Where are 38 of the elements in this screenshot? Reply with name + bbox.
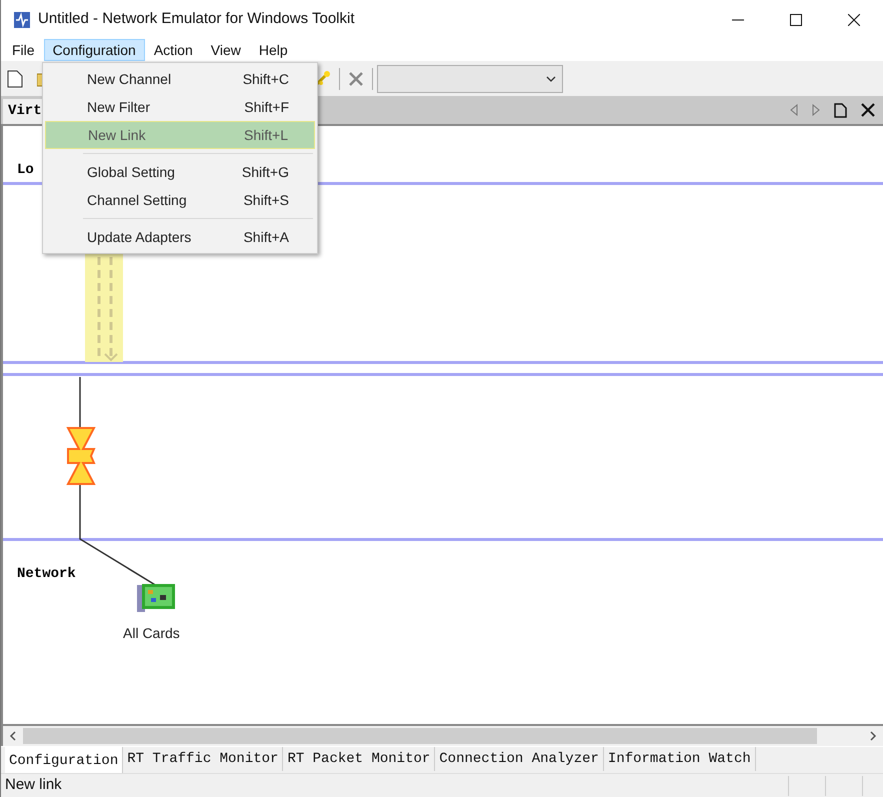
network-card-icon[interactable] — [136, 583, 176, 613]
new-file-icon[interactable] — [7, 70, 23, 88]
scroll-left-icon[interactable] — [9, 731, 17, 741]
adapter-label: All Cards — [123, 624, 180, 643]
chevron-down-icon — [546, 76, 556, 82]
maximize-icon[interactable] — [790, 14, 802, 26]
menu-bar-item[interactable]: View — [202, 39, 250, 61]
scrollbar-thumb[interactable] — [23, 728, 817, 744]
bottom-tab[interactable]: Configuration — [5, 747, 124, 773]
menu-item[interactable]: Update Adapters Shift+A — [45, 223, 315, 251]
filter-icon[interactable] — [66, 427, 96, 485]
menu-bar-item[interactable]: Configuration — [44, 39, 145, 61]
scroll-right-icon[interactable] — [869, 731, 877, 741]
menu-item[interactable]: New Filter Shift+F — [45, 93, 315, 121]
menu-item[interactable]: New Channel Shift+C — [45, 65, 315, 93]
menu-bar-item[interactable]: Help — [250, 39, 297, 61]
app-icon — [13, 10, 31, 28]
window-title: Untitled - Network Emulator for Windows Toolkit — [38, 9, 356, 30]
menu-item[interactable]: Global Setting Shift+G — [45, 158, 315, 186]
delete-icon[interactable] — [348, 71, 364, 87]
bottom-tab[interactable]: Information Watch — [604, 747, 756, 771]
menu-bar-item[interactable]: File — [3, 39, 44, 61]
bottom-tab[interactable]: Connection Analyzer — [435, 747, 604, 771]
close-icon[interactable] — [861, 103, 875, 117]
section-label: Network — [17, 565, 76, 584]
menu-item[interactable]: New Link Shift+L — [45, 121, 315, 149]
menu-bar-item[interactable]: Action — [144, 39, 202, 61]
scroll-left-icon[interactable] — [790, 104, 798, 116]
close-icon[interactable] — [848, 14, 860, 26]
dropdown-field[interactable] — [377, 65, 563, 93]
menu-item[interactable]: Channel Setting Shift+S — [45, 186, 315, 214]
status-text: New link — [5, 775, 63, 796]
connector-line — [79, 377, 83, 427]
section-label: Lo — [17, 161, 34, 180]
bottom-tab[interactable]: RT Traffic Monitor — [123, 747, 284, 771]
scroll-right-icon[interactable] — [812, 104, 820, 116]
bottom-tab[interactable]: RT Packet Monitor — [283, 747, 436, 771]
document-icon[interactable] — [834, 102, 847, 118]
